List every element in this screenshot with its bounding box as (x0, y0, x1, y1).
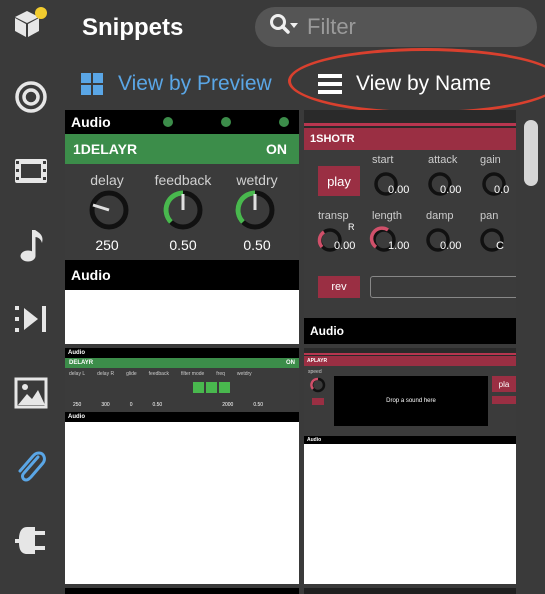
knob-wetdry: wetdry 0.50 (219, 172, 295, 253)
snippet-card-partial[interactable] (65, 588, 299, 594)
sidebar-rail (0, 0, 62, 594)
device-status: ON (266, 141, 287, 157)
paperclip-icon[interactable] (12, 448, 50, 486)
play-button[interactable]: play (318, 166, 360, 196)
device-body: speed Drop a sound here pla (304, 366, 516, 436)
snippet-card-aplayr[interactable]: APLAYR speed Drop a sound here pla Audio (304, 348, 516, 584)
rev-button[interactable]: rev (318, 276, 360, 298)
small-button[interactable] (312, 398, 324, 405)
knob-dial (235, 190, 275, 230)
device-header: 1DELAYR ON (65, 134, 299, 164)
grid-icon (80, 72, 104, 96)
param-labels: delay L delay R glide feedback filter mo… (69, 371, 252, 377)
device-header: APLAYR (304, 356, 516, 366)
play-button[interactable]: pla (492, 376, 516, 392)
music-note-icon[interactable] (12, 226, 50, 264)
device-body: play start attack gain 0.00 0.00 0.0 tra… (304, 150, 516, 318)
mode-button[interactable] (492, 396, 516, 404)
filter-input[interactable] (307, 14, 507, 40)
target-icon[interactable] (12, 78, 50, 116)
device-header: 1SHOTR (304, 128, 516, 150)
knob-dial (89, 190, 129, 230)
view-by-preview-label: View by Preview (118, 72, 272, 95)
scrollbar-thumb[interactable] (524, 120, 538, 186)
audio-output-bar: Audio (65, 412, 299, 422)
param-values: 250 300 0 0.50 2000 0.50 (73, 402, 264, 408)
audio-output-bar: Audio (304, 436, 516, 444)
audio-input-bar (304, 348, 516, 356)
filter-box[interactable] (255, 7, 537, 47)
device-name: 1DELAYR (73, 141, 138, 157)
device-header: DELAYR ON (65, 358, 299, 368)
view-by-preview-button[interactable]: View by Preview (80, 62, 272, 106)
audio-output-bar: Audio (304, 318, 516, 344)
search-icon[interactable] (269, 13, 299, 42)
snippet-card-shotr[interactable]: 1SHOTR play start attack gain 0.00 0.00 … (304, 110, 516, 344)
knob-dial (163, 190, 203, 230)
snippet-grid: Audio 1DELAYR ON delay 250 feedback 0.50… (62, 110, 545, 594)
package-icon[interactable] (12, 4, 50, 42)
audio-input-bar: Audio (65, 110, 299, 134)
port-dots (163, 117, 289, 127)
audio-output-bar: Audio (65, 260, 299, 290)
sample-drop-zone[interactable]: Drop a sound here (334, 376, 488, 426)
knob-delay: delay 250 (69, 172, 145, 253)
filter-mode-buttons[interactable] (193, 382, 230, 393)
snippets-panel: Snippets View by Preview (0, 0, 545, 594)
snippet-card-delayr[interactable]: Audio 1DELAYR ON delay 250 feedback 0.50… (65, 110, 299, 344)
device-name: 1SHOTR (310, 133, 355, 145)
view-mode-bar: View by Preview View by Name (62, 48, 545, 114)
device-body: delay 250 feedback 0.50 wetdry 0.50 (65, 164, 299, 260)
view-by-name-label: View by Name (356, 72, 492, 95)
view-by-name-button[interactable]: View by Name (318, 62, 491, 106)
sample-field[interactable] (370, 276, 516, 298)
plug-icon[interactable] (12, 522, 50, 560)
page-title: Snippets (82, 14, 184, 41)
film-icon[interactable] (12, 152, 50, 190)
audio-input-bar (304, 110, 516, 128)
knob-feedback: feedback 0.50 (145, 172, 221, 253)
snippet-card-partial[interactable] (304, 588, 516, 594)
audio-input-bar: Audio (65, 348, 299, 358)
media-playlist-icon[interactable] (12, 300, 50, 338)
snippet-card-delayr-small[interactable]: Audio DELAYR ON delay L delay R glide fe… (65, 348, 299, 584)
audio-label: Audio (71, 114, 111, 130)
device-body: delay L delay R glide feedback filter mo… (65, 368, 299, 412)
list-icon (318, 72, 342, 96)
image-icon[interactable] (12, 374, 50, 412)
speed-knob[interactable] (308, 376, 328, 394)
